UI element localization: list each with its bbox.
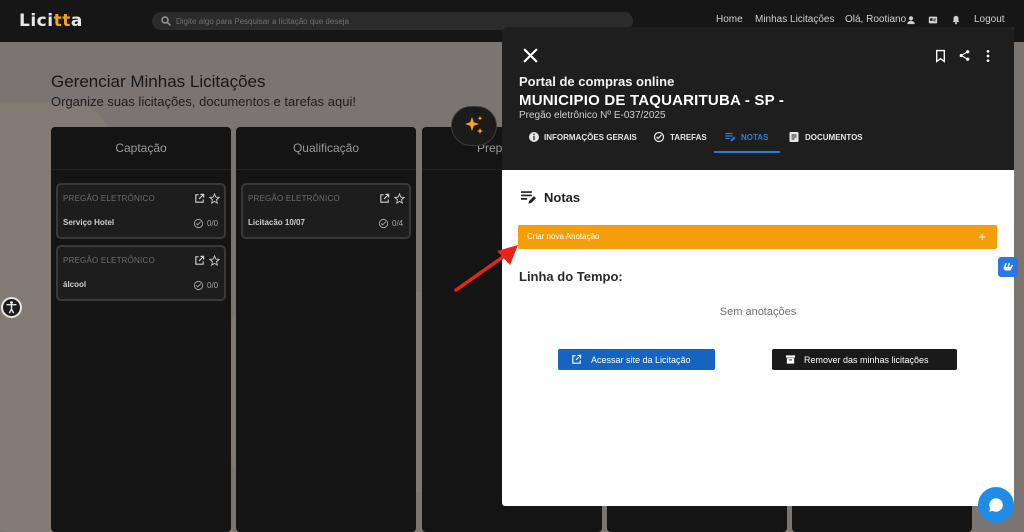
- star-icon[interactable]: [209, 193, 220, 204]
- open-external-icon: [572, 354, 582, 364]
- archive-icon: [785, 355, 796, 364]
- id-card-icon[interactable]: [928, 15, 938, 25]
- timeline-heading: Linha do Tempo:: [519, 269, 623, 284]
- create-note-label: Criar nova Anotação: [527, 232, 600, 241]
- logout-link[interactable]: Logout: [974, 14, 1005, 25]
- accessibility-icon: [6, 301, 17, 314]
- ai-assistant-button[interactable]: [451, 106, 497, 146]
- municipality-title: MUNICIPIO DE TAQUARITUBA - SP -: [519, 92, 785, 109]
- divider: [51, 169, 231, 170]
- sign-language-button[interactable]: [998, 257, 1018, 277]
- user-icon[interactable]: [906, 15, 916, 25]
- bell-icon[interactable]: [951, 15, 961, 25]
- page-title: Gerenciar Minhas Licitações: [51, 72, 266, 91]
- close-icon[interactable]: [522, 47, 539, 64]
- card-type: PREGÃO ELETRÔNICO: [63, 194, 155, 203]
- search-icon: [161, 16, 172, 27]
- red-pointer-arrow: [454, 245, 518, 292]
- nav-home-link[interactable]: Home: [716, 14, 743, 25]
- create-note-button[interactable]: Criar nova Anotação +: [518, 225, 997, 249]
- column-title: Captação: [115, 141, 167, 155]
- bookmark-icon[interactable]: [934, 49, 947, 63]
- card-type: PREGÃO ELETRÔNICO: [248, 194, 340, 203]
- column-title: Qualificação: [292, 141, 360, 155]
- info-icon: [529, 132, 539, 142]
- star-icon[interactable]: [394, 193, 405, 204]
- notes-heading: Notas: [544, 190, 581, 205]
- check-circle-icon: [378, 218, 389, 229]
- open-external-icon[interactable]: [379, 193, 390, 204]
- procurement-number: Pregão eletrônico Nº E-037/2025: [519, 110, 666, 121]
- hands-icon: [1003, 262, 1014, 271]
- tab-label: NOTAS: [741, 133, 769, 142]
- bid-card[interactable]: PREGÃO ELETRÔNICO álcool 0/0: [56, 245, 226, 301]
- task-count: 0/0: [207, 219, 219, 228]
- panel-header: Portal de compras online MUNICIPIO DE TA…: [502, 27, 1014, 170]
- tab-label: DOCUMENTOS: [805, 133, 863, 142]
- task-count: 0/0: [207, 281, 219, 290]
- bid-card[interactable]: PREGÃO ELETRÔNICO Serviço Hotel 0/0: [56, 183, 226, 239]
- bid-detail-panel: Portal de compras online MUNICIPIO DE TA…: [502, 27, 1014, 506]
- card-name: Serviço Hotel: [63, 218, 115, 227]
- empty-notes-message: Sem anotações: [719, 306, 797, 318]
- open-external-icon[interactable]: [194, 255, 205, 266]
- sparkles-icon: [465, 116, 483, 134]
- notes-icon: [521, 191, 536, 204]
- button-label: Remover das minhas licitações: [804, 355, 929, 365]
- check-circle-icon: [193, 218, 204, 229]
- active-tab-indicator: [714, 151, 780, 153]
- nav-my-bids-link[interactable]: Minhas Licitações: [755, 14, 834, 25]
- portal-name: Portal de compras online: [519, 74, 675, 89]
- app-logo[interactable]: Licitta: [19, 11, 83, 31]
- tab-label: TAREFAS: [670, 133, 707, 142]
- card-type: PREGÃO ELETRÔNICO: [63, 256, 155, 265]
- task-count: 0/4: [392, 219, 404, 228]
- open-external-icon[interactable]: [194, 193, 205, 204]
- check-circle-icon: [193, 280, 204, 291]
- user-greeting[interactable]: Olá, Rootiano: [845, 14, 906, 25]
- star-icon[interactable]: [209, 255, 220, 266]
- card-name: álcool: [63, 280, 87, 289]
- card-name: Licitacão 10/07: [248, 218, 305, 227]
- chat-icon: [989, 498, 1003, 512]
- plus-icon: +: [978, 229, 986, 244]
- more-vertical-icon[interactable]: [985, 49, 991, 63]
- share-icon[interactable]: [958, 48, 971, 63]
- tab-label: INFORMAÇÕES GERAIS: [544, 133, 637, 142]
- notes-icon: [725, 132, 736, 142]
- bid-card[interactable]: PREGÃO ELETRÔNICO Licitacão 10/07 0/4: [241, 183, 411, 239]
- chat-button[interactable]: [978, 487, 1014, 523]
- divider: [236, 169, 416, 170]
- button-label: Acessar site da Licitação: [591, 355, 691, 365]
- kanban-column-captacao: Captação PREGÃO ELETRÔNICO Serviço Hotel…: [51, 127, 231, 532]
- access-bid-site-button[interactable]: Acessar site da Licitação: [558, 349, 715, 370]
- check-circle-icon: [653, 131, 665, 143]
- document-icon: [789, 132, 799, 142]
- kanban-column-qualificacao: Qualificação PREGÃO ELETRÔNICO Licitacão…: [236, 127, 416, 532]
- remove-bid-button[interactable]: Remover das minhas licitações: [772, 349, 957, 370]
- accessibility-button[interactable]: [1, 297, 22, 318]
- page-subtitle: Organize suas licitações, documentos e t…: [51, 94, 356, 109]
